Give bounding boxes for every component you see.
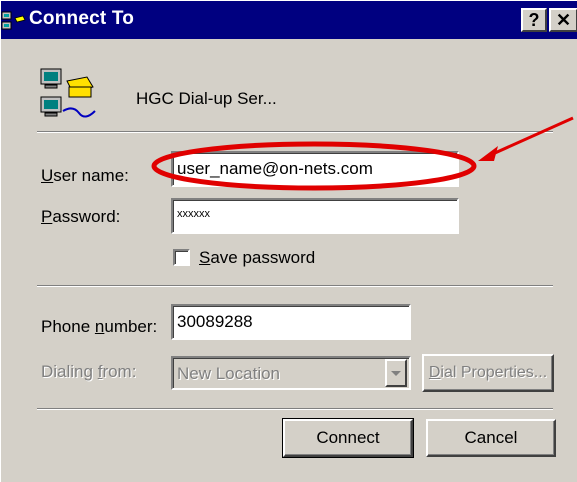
window-title: Connect To [29, 8, 135, 29]
phone-label-accel: n [94, 317, 105, 336]
phone-label-pre: Phone [41, 317, 95, 336]
cancel-button[interactable]: Cancel [426, 419, 556, 457]
save-password-checkbox[interactable] [173, 249, 190, 266]
separator-middle [37, 285, 553, 287]
connection-name: HGC Dial-up Ser... [136, 89, 277, 108]
username-label: User name: [41, 166, 129, 186]
username-label-accel: U [41, 166, 54, 185]
separator-top [37, 131, 553, 133]
phone-number-value: 30089288 [177, 312, 253, 331]
modem-phone-icon [40, 68, 96, 118]
dialing-from-select[interactable]: New Location [171, 356, 411, 390]
dialing-label-pre: Dialing [41, 362, 98, 381]
password-label-rest: assword: [52, 207, 121, 226]
save-password-label[interactable]: Save password [199, 248, 315, 268]
connect-to-dialog: Connect To ? ✕ HGC Dial-up Ser... User n… [0, 0, 577, 482]
username-field[interactable]: user_name@on-nets.com [171, 151, 459, 187]
separator-bottom [37, 408, 553, 410]
dialing-from-dropdown-button[interactable] [385, 359, 407, 387]
phone-number-field[interactable]: 30089288 [171, 304, 411, 340]
username-value: user_name@on-nets.com [177, 159, 373, 178]
close-button[interactable]: ✕ [549, 8, 577, 32]
dial-properties-button[interactable]: Dial Properties... [422, 354, 554, 392]
username-label-rest: ser name: [53, 166, 129, 185]
password-field[interactable]: xxxxxx [171, 198, 459, 234]
dialing-from-label: Dialing from: [41, 362, 136, 382]
dial-props-rest: ial Properties... [440, 364, 548, 381]
connect-button[interactable]: Connect [282, 418, 414, 458]
title-bar[interactable]: Connect To ? ✕ [1, 1, 577, 39]
password-value: xxxxxx [177, 208, 210, 220]
phone-label-rest: umber: [104, 317, 158, 336]
password-label-accel: P [41, 207, 53, 226]
chevron-down-icon [391, 371, 401, 376]
help-button[interactable]: ? [521, 8, 547, 32]
dial-props-accel: D [428, 364, 441, 381]
dial-up-connection-icon [1, 11, 26, 30]
password-label: Password: [41, 207, 120, 227]
save-password-accel: S [199, 248, 211, 267]
dialing-label-rest: rom: [102, 362, 137, 381]
save-password-rest: ave password [210, 248, 316, 267]
dialing-from-value: New Location [177, 364, 281, 383]
phone-number-label: Phone number: [41, 317, 157, 337]
